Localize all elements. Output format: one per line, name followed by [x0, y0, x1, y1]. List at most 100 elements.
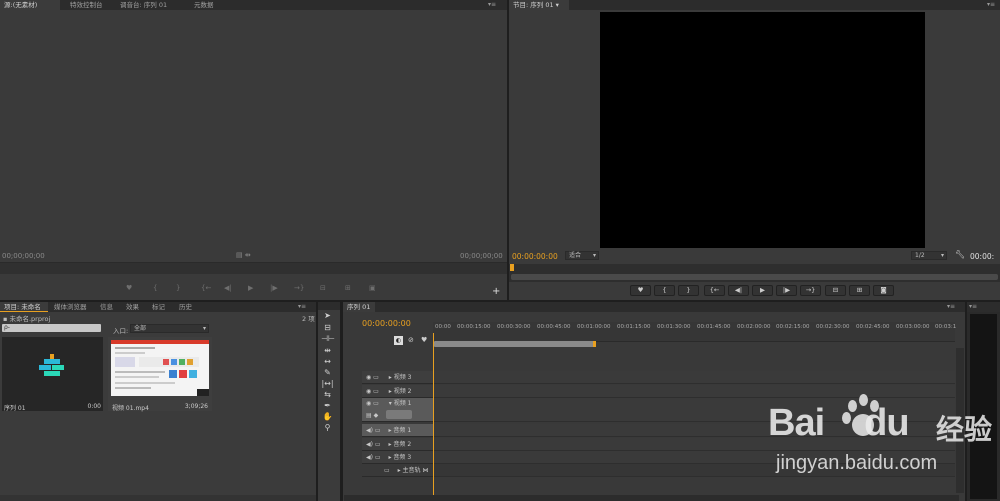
- tab-info[interactable]: 信息: [96, 302, 117, 312]
- track-audio-3[interactable]: ◀) ▭ ▸ 音频 3: [362, 451, 433, 464]
- speaker-icon[interactable]: ◀): [366, 427, 373, 434]
- insert-icon[interactable]: ⊟: [320, 284, 326, 292]
- ripple-edit-tool-icon[interactable]: ⊣⊢: [321, 333, 335, 344]
- snap-icon[interactable]: ◐: [394, 336, 403, 345]
- resolution-select[interactable]: 1/2 ▾: [911, 251, 947, 260]
- track-audio-1[interactable]: ◀) ▭ ▸ 音频 1: [362, 424, 433, 437]
- tab-sequence[interactable]: 序列 01: [343, 302, 375, 312]
- source-time-ruler[interactable]: [0, 262, 507, 274]
- track-select-tool-icon[interactable]: ⊟: [321, 322, 334, 333]
- zoom-tool-icon[interactable]: ⚲: [321, 422, 334, 433]
- zoom-fit-select[interactable]: 适合 ▾: [565, 251, 599, 260]
- overwrite-icon[interactable]: ⊞: [345, 284, 351, 292]
- link-icon[interactable]: ⊘: [408, 336, 414, 344]
- mark-out-icon[interactable]: }: [176, 284, 180, 292]
- step-forward-button[interactable]: |▶: [776, 285, 797, 296]
- panel-menu-icon[interactable]: ▾≡: [969, 303, 977, 310]
- selection-tool-icon[interactable]: ➤: [321, 310, 334, 321]
- tab-effects[interactable]: 效果: [122, 302, 143, 312]
- extract-button[interactable]: ⊞: [849, 285, 870, 296]
- playhead-icon[interactable]: [510, 264, 514, 271]
- tab-audio-mixer[interactable]: 调音台: 序列 01: [116, 0, 171, 10]
- marker-icon[interactable]: ♥: [126, 284, 132, 292]
- timeline-scrollbar[interactable]: [344, 495, 959, 501]
- speaker-icon[interactable]: ◀): [366, 441, 373, 448]
- lock-icon[interactable]: ▭: [375, 427, 381, 434]
- eye-icon[interactable]: ◉: [366, 388, 371, 395]
- hand-tool-icon[interactable]: ✋: [321, 411, 334, 422]
- track-lane-video-3[interactable]: [433, 371, 955, 384]
- go-to-in-icon[interactable]: {←: [201, 284, 211, 292]
- expand-icon[interactable]: ▸: [398, 467, 401, 474]
- mark-in-button[interactable]: {: [654, 285, 675, 296]
- step-back-icon[interactable]: ◀|: [224, 284, 232, 292]
- panel-menu-icon[interactable]: ▾≡: [947, 303, 955, 310]
- program-timecode-right[interactable]: 00:00:: [970, 252, 994, 261]
- keyframe-bar[interactable]: [386, 410, 412, 419]
- rate-stretch-tool-icon[interactable]: ↔: [321, 356, 334, 367]
- add-button-icon[interactable]: +: [492, 286, 500, 297]
- marker-button[interactable]: ♥: [630, 285, 651, 296]
- keyframe-icon[interactable]: ◆: [374, 412, 379, 419]
- lock-icon[interactable]: ▭: [375, 441, 381, 448]
- work-area-end-icon[interactable]: [593, 341, 596, 347]
- playhead-line[interactable]: [433, 333, 434, 495]
- pen-tool-icon[interactable]: ✒: [321, 400, 334, 411]
- mark-in-icon[interactable]: {: [153, 284, 157, 292]
- expand-icon[interactable]: ▸: [388, 427, 391, 434]
- tab-media-browser[interactable]: 媒体浏览器: [50, 302, 91, 312]
- timeline-timecode[interactable]: 00:00:00:00: [362, 319, 411, 328]
- track-video-1[interactable]: ◉ ▭ ▾ 视频 1 ▤ ◆: [362, 398, 433, 422]
- step-back-button[interactable]: ◀|: [728, 285, 749, 296]
- track-video-3[interactable]: ◉ ▭ ▸ 视频 3: [362, 371, 433, 384]
- go-to-out-icon[interactable]: →}: [294, 284, 304, 292]
- lock-icon[interactable]: ▭: [384, 467, 390, 474]
- tab-source[interactable]: 源:(无素材): [0, 0, 60, 10]
- export-frame-icon[interactable]: ▣: [369, 284, 376, 292]
- project-item-sequence[interactable]: 序列 01 0:00: [2, 337, 103, 412]
- tab-program[interactable]: 节目: 序列 01 ▾: [509, 0, 569, 10]
- razor-tool-icon[interactable]: ✎: [321, 367, 334, 378]
- step-forward-icon[interactable]: |▶: [270, 284, 278, 292]
- search-input[interactable]: ρ-: [2, 324, 101, 332]
- mark-out-button[interactable]: }: [678, 285, 699, 296]
- tab-metadata[interactable]: 元数据: [190, 0, 218, 10]
- go-to-out-button[interactable]: →}: [800, 285, 821, 296]
- rolling-edit-tool-icon[interactable]: ⇹: [321, 345, 334, 356]
- track-audio-2[interactable]: ◀) ▭ ▸ 音频 2: [362, 438, 433, 451]
- tab-markers[interactable]: 标记: [148, 302, 169, 312]
- play-icon[interactable]: ▶: [248, 284, 253, 292]
- panel-menu-icon[interactable]: ▾≡: [987, 1, 995, 8]
- go-to-in-button[interactable]: {←: [704, 285, 725, 296]
- tab-project[interactable]: 项目: 未命名: [0, 302, 48, 312]
- add-marker-icon[interactable]: ♥: [421, 336, 427, 344]
- bowtie-icon[interactable]: ⋈: [422, 467, 428, 474]
- expand-icon[interactable]: ▸: [389, 388, 392, 395]
- tab-effect-controls[interactable]: 特效控制台: [66, 0, 107, 10]
- expand-icon[interactable]: ▾: [389, 400, 392, 407]
- source-timecode-right[interactable]: 00;00;00;00: [460, 252, 503, 260]
- expand-icon[interactable]: ▸: [388, 454, 391, 461]
- work-area-bar[interactable]: [434, 341, 595, 347]
- lock-icon[interactable]: ▭: [375, 454, 381, 461]
- source-settings-icon[interactable]: ▤ ⇹: [236, 251, 251, 259]
- eye-icon[interactable]: ◉: [366, 400, 371, 407]
- panel-menu-icon[interactable]: ▾≡: [488, 1, 496, 8]
- track-master[interactable]: ▭ ▸ 主音轨 ⋈: [362, 464, 433, 477]
- track-video-2[interactable]: ◉ ▭ ▸ 视频 2: [362, 385, 433, 398]
- panel-menu-icon[interactable]: ▾≡: [298, 303, 306, 310]
- in-select[interactable]: 全部 ▾: [130, 324, 209, 333]
- lock-icon[interactable]: ▭: [373, 374, 379, 381]
- slide-tool-icon[interactable]: ⇆: [321, 389, 334, 400]
- speaker-icon[interactable]: ◀): [366, 454, 373, 461]
- lock-icon[interactable]: ▭: [373, 400, 379, 407]
- source-timecode-left[interactable]: 00;00;00;00: [2, 252, 45, 260]
- lift-button[interactable]: ⊟: [825, 285, 846, 296]
- tab-history[interactable]: 历史: [175, 302, 196, 312]
- zoom-scroll-bar[interactable]: [511, 274, 998, 280]
- wrench-icon[interactable]: 🔧︎: [955, 250, 965, 259]
- export-frame-button[interactable]: ◙: [873, 285, 894, 296]
- expand-icon[interactable]: ▸: [388, 441, 391, 448]
- slip-tool-icon[interactable]: |↔|: [321, 378, 334, 389]
- expand-icon[interactable]: ▸: [389, 374, 392, 381]
